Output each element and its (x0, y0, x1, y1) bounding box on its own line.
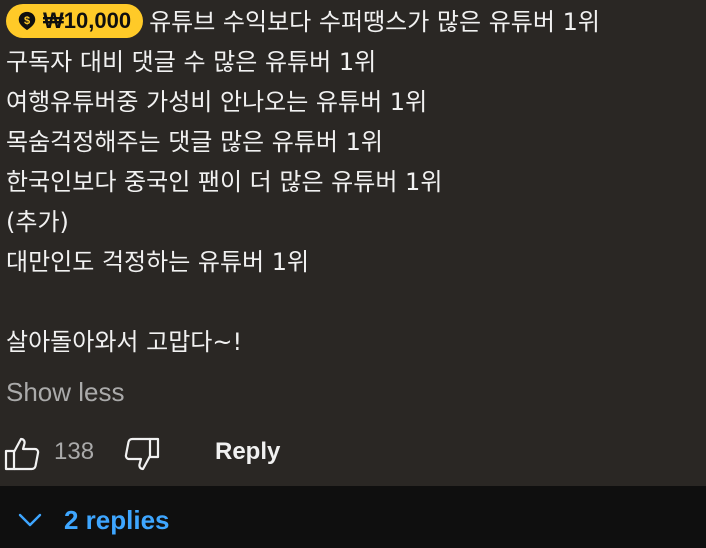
show-less-button[interactable]: Show less (6, 372, 125, 412)
comment-text: $ ₩10,000 유튜브 수익보다 수퍼땡스가 많은 유튜버 1위 구독자 대비 … (6, 2, 696, 362)
reply-button[interactable]: Reply (215, 438, 280, 466)
comment-line-1: $ ₩10,000 유튜브 수익보다 수퍼땡스가 많은 유튜버 1위 (6, 2, 696, 42)
comment-line-7: 대만인도 걱정하는 유튜버 1위 (6, 248, 310, 276)
comment-actions: 138 Reply (0, 430, 706, 478)
comment-panel: $ ₩10,000 유튜브 수익보다 수퍼땡스가 많은 유튜버 1위 구독자 대비 … (0, 0, 706, 486)
view-replies-button[interactable]: 2 replies (14, 504, 170, 536)
comment-line-8 (6, 282, 696, 322)
comment-line-5: 한국인보다 중국인 팬이 더 많은 유튜버 1위 (6, 168, 443, 196)
thumbs-up-icon[interactable] (4, 434, 42, 472)
comment-line-3: 여행유튜버중 가성비 안나오는 유튜버 1위 (6, 88, 428, 116)
like-count: 138 (54, 438, 95, 465)
super-thanks-badge: $ ₩10,000 (6, 4, 144, 38)
super-thanks-dollar-icon: $ (18, 11, 36, 31)
comment-line-2: 구독자 대비 댓글 수 많은 유튜버 1위 (6, 48, 377, 76)
comment-line-4: 목숨걱정해주는 댓글 많은 유튜버 1위 (6, 128, 383, 156)
replies-bar: 2 replies (0, 494, 706, 548)
thumbs-down-icon[interactable] (122, 436, 160, 474)
chevron-down-icon (18, 513, 42, 527)
svg-text:$: $ (24, 15, 30, 27)
replies-count-label: 2 replies (64, 504, 170, 535)
comment-line-text: 유튜브 수익보다 수퍼땡스가 많은 유튜버 1위 (149, 8, 600, 36)
comment-line-9: 살아돌아와서 고맙다~! (6, 328, 243, 356)
comment-line-6: (추가) (6, 208, 69, 236)
super-thanks-amount: ₩10,000 (43, 8, 132, 33)
